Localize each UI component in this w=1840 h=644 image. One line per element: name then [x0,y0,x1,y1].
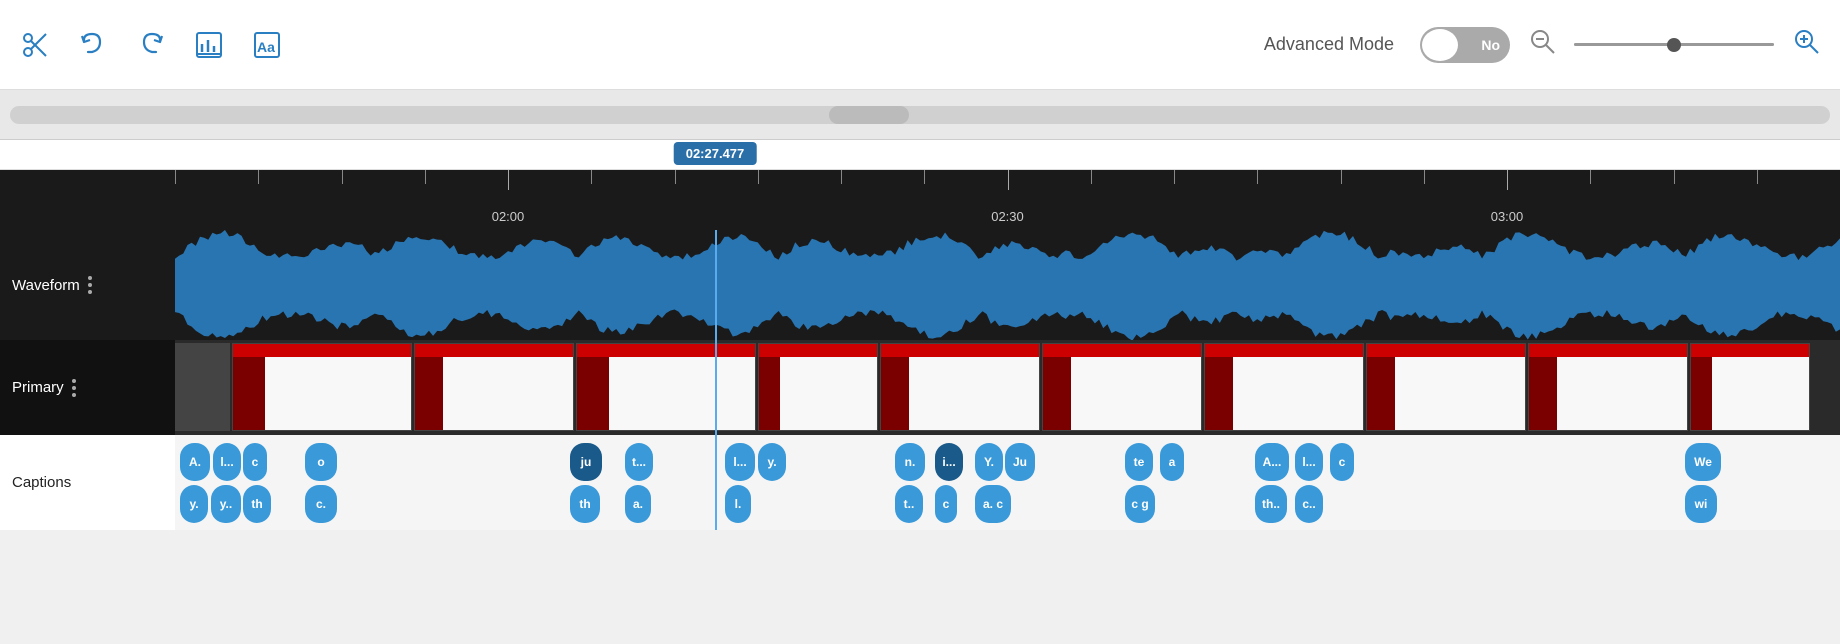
caption-block-10[interactable]: Y. [975,443,1003,481]
video-thumbnail-10[interactable] [1690,343,1810,431]
caption-block-7[interactable]: y. [758,443,786,481]
caption-block-bottom-5[interactable]: a. [625,485,651,523]
caption-block-9[interactable]: i... [935,443,963,481]
caption-block-bottom-11[interactable]: th.. [1255,485,1287,523]
zoom-out-icon[interactable] [1528,27,1556,62]
chart-icon[interactable] [194,30,224,60]
waveform-label-text: Waveform [12,277,80,294]
waveform-svg [175,230,1840,340]
ruler-ticks: 02:0002:3003:00 [175,170,1840,230]
caption-block-bottom-13[interactable]: wi [1685,485,1717,523]
time-indicator-bar: 02:27.477 [0,140,1840,170]
zoom-slider-container [1574,43,1774,46]
waveform-content [175,230,1840,340]
caption-block-5[interactable]: t... [625,443,653,481]
toolbar: Aa Advanced Mode No [0,0,1840,90]
zoom-in-icon[interactable] [1792,27,1820,62]
timeline-scrollbar[interactable] [0,90,1840,140]
advanced-mode-toggle[interactable]: No [1420,27,1510,63]
toggle-state-label: No [1481,37,1500,53]
video-thumbnail-8[interactable] [1366,343,1526,431]
caption-block-bottom-6[interactable]: l. [725,485,751,523]
caption-block-bottom-2[interactable]: th [243,485,271,523]
playhead-captions [715,435,717,530]
captions-content: A.l...cojut...l...y.n.i...Y.JuteaA...l..… [175,435,1840,530]
caption-block-bottom-7[interactable]: t.. [895,485,923,523]
svg-text:Aa: Aa [257,39,275,55]
caption-block-15[interactable]: l... [1295,443,1323,481]
video-thumbnail-6[interactable] [1042,343,1202,431]
caption-block-14[interactable]: A... [1255,443,1289,481]
caption-block-12[interactable]: te [1125,443,1153,481]
video-thumbnail-3[interactable] [576,343,756,431]
zoom-slider[interactable] [1574,43,1774,46]
toolbar-right: Advanced Mode No [1264,27,1820,63]
primary-label-text: Primary [12,379,64,396]
caption-block-17[interactable]: We [1685,443,1721,481]
caption-block-4[interactable]: ju [570,443,602,481]
primary-track-label: Primary [0,340,175,435]
primary-track: Primary [0,340,1840,435]
toolbar-icons: Aa [20,30,1234,60]
waveform-track-menu[interactable] [88,276,92,294]
caption-block-8[interactable]: n. [895,443,925,481]
redo-icon[interactable] [136,30,166,60]
toggle-knob [1422,29,1458,61]
captions-label-text: Captions [12,474,71,491]
ruler-label-area [0,170,175,230]
caption-block-11[interactable]: Ju [1005,443,1035,481]
caption-block-16[interactable]: c [1330,443,1354,481]
caption-block-13[interactable]: a [1160,443,1184,481]
waveform-track: Waveform [0,230,1840,340]
scissors-icon[interactable] [20,30,50,60]
caption-block-bottom-9[interactable]: a. c [975,485,1011,523]
caption-block-bottom-0[interactable]: y. [180,485,208,523]
caption-block-bottom-3[interactable]: c. [305,485,337,523]
video-thumbnail-7[interactable] [1204,343,1364,431]
video-thumbnail-4[interactable] [758,343,878,431]
caption-block-bottom-12[interactable]: c.. [1295,485,1323,523]
undo-icon[interactable] [78,30,108,60]
scroll-thumb[interactable] [829,106,909,124]
video-thumbnail-1[interactable] [232,343,412,431]
caption-block-2[interactable]: c [243,443,267,481]
primary-content [175,340,1840,435]
video-thumbnail-5[interactable] [880,343,1040,431]
waveform-track-label: Waveform [0,230,175,340]
caption-block-bottom-4[interactable]: th [570,485,600,523]
caption-block-6[interactable]: l... [725,443,755,481]
caption-block-bottom-1[interactable]: y.. [211,485,241,523]
caption-block-bottom-10[interactable]: c g [1125,485,1155,523]
current-time-badge: 02:27.477 [674,142,757,165]
caption-block-3[interactable]: o [305,443,337,481]
caption-block-bottom-8[interactable]: c [935,485,957,523]
caption-block-1[interactable]: l... [213,443,241,481]
video-thumbnail-0[interactable] [175,343,230,431]
captions-track: Captions A.l...cojut...l...y.n.i...Y.Jut… [0,435,1840,530]
captions-track-label: Captions [0,435,175,530]
caption-block-0[interactable]: A. [180,443,210,481]
timeline-main: 02:0002:3003:00 Waveform Primary [0,170,1840,530]
video-thumbnail-9[interactable] [1528,343,1688,431]
text-icon[interactable]: Aa [252,30,282,60]
scroll-track[interactable] [10,106,1830,124]
timeline-ruler: 02:0002:3003:00 [0,170,1840,230]
advanced-mode-label: Advanced Mode [1264,34,1394,55]
video-thumbnail-2[interactable] [414,343,574,431]
primary-track-menu[interactable] [72,379,76,397]
